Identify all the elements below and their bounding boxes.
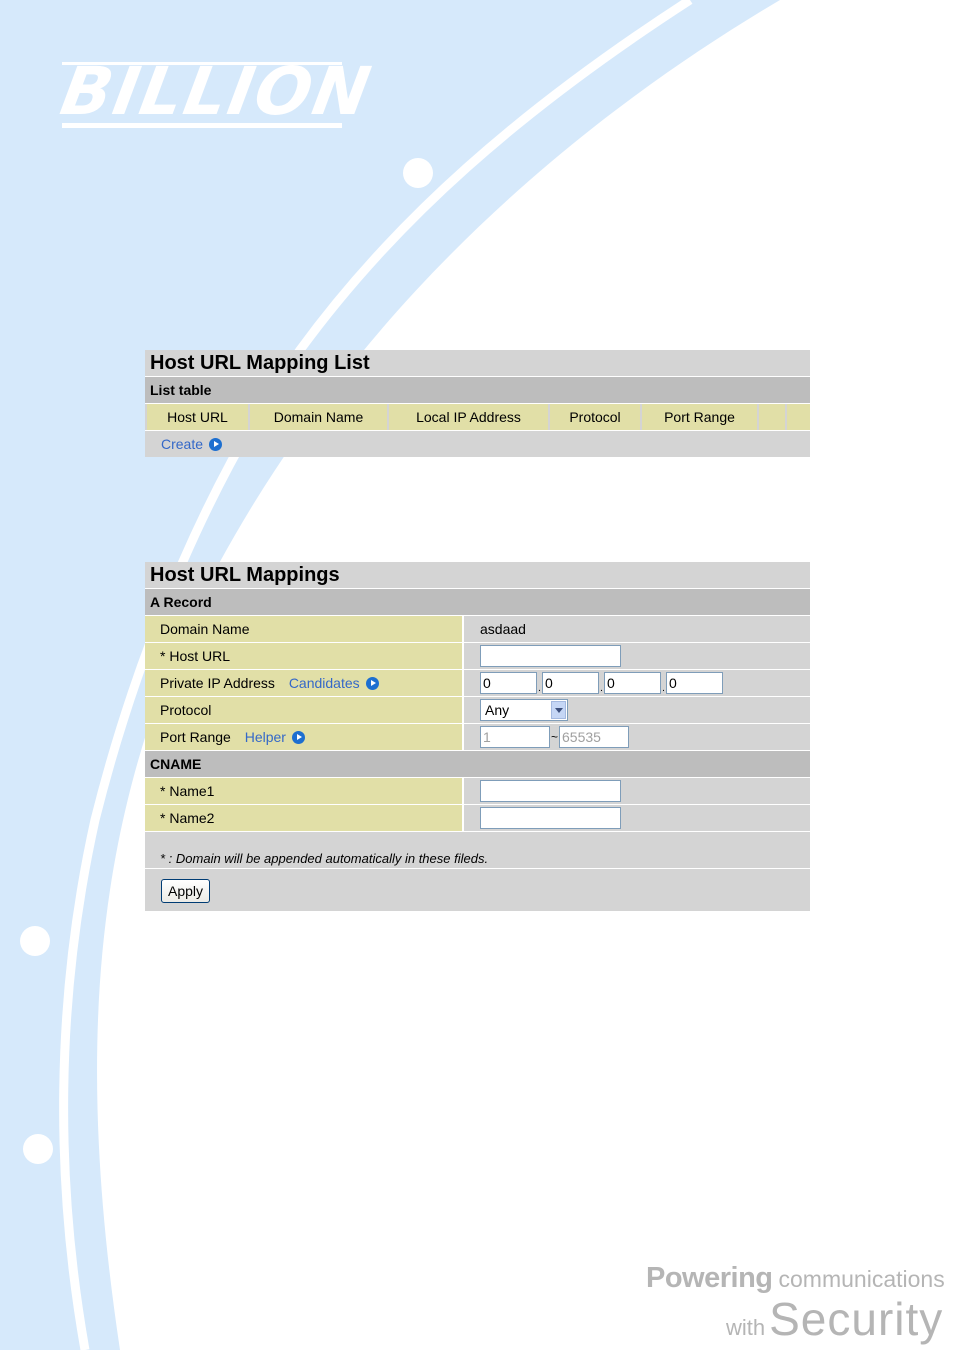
port-start-input[interactable]: 1 (480, 726, 550, 748)
protocol-row: Protocol Any (145, 697, 810, 724)
helper-link-label: Helper (244, 729, 286, 745)
host-url-input[interactable] (480, 645, 621, 667)
name1-label: * Name1 (145, 778, 462, 804)
private-ip-label: Private IP Address (160, 675, 275, 691)
mappings-panel-title: Host URL Mappings (145, 562, 810, 589)
host-url-mappings-panel: Host URL Mappings A Record Domain Name a… (145, 562, 810, 911)
name1-row: * Name1 (145, 778, 810, 805)
column-protocol: Protocol (548, 404, 640, 430)
host-url-row: * Host URL (145, 643, 810, 670)
list-table-header: Host URL Domain Name Local IP Address Pr… (145, 404, 810, 431)
name2-input[interactable] (480, 807, 621, 829)
column-action-2 (785, 404, 810, 430)
column-action-1 (757, 404, 785, 430)
arrow-right-circle-icon (365, 677, 379, 690)
port-end-input[interactable]: 65535 (559, 726, 629, 748)
host-url-mapping-list-panel: Host URL Mapping List List table Host UR… (145, 350, 810, 457)
chevron-down-icon[interactable] (551, 701, 566, 719)
apply-button[interactable]: Apply (161, 879, 211, 903)
list-table-section: List table (145, 377, 810, 404)
domain-note: * : Domain will be appended automaticall… (145, 832, 810, 869)
port-range-label-cell: Port Range Helper (145, 724, 462, 750)
helper-link[interactable]: Helper (245, 729, 305, 745)
name2-row: * Name2 (145, 805, 810, 832)
name1-input[interactable] (480, 780, 621, 802)
column-port-range: Port Range (640, 404, 757, 430)
ip-octet-2-input[interactable]: 0 (542, 672, 599, 694)
candidates-link[interactable]: Candidates (289, 675, 379, 691)
protocol-select[interactable]: Any (480, 699, 568, 721)
port-range-separator: ~ (550, 730, 558, 744)
slogan-with: with (726, 1315, 766, 1340)
slogan: Powering communications withSecurity (646, 1262, 952, 1348)
slogan-security: Security (769, 1293, 944, 1345)
arrow-right-circle-icon (291, 731, 305, 744)
ip-octet-4-input[interactable]: 0 (666, 672, 723, 694)
apply-row: Apply (145, 869, 810, 911)
candidates-link-label: Candidates (288, 675, 360, 691)
column-host-url: Host URL (145, 404, 248, 430)
ip-octet-3-input[interactable]: 0 (604, 672, 661, 694)
name2-label: * Name2 (145, 805, 462, 831)
column-domain-name: Domain Name (248, 404, 387, 430)
port-range-label: Port Range (160, 729, 231, 745)
domain-name-row: Domain Name asdaad (145, 616, 810, 643)
create-row: Create (145, 431, 810, 457)
domain-name-label: Domain Name (145, 616, 462, 642)
protocol-selected-value: Any (485, 702, 510, 718)
billion-logo: BILLION (55, 53, 377, 132)
protocol-label: Protocol (145, 697, 462, 723)
list-panel-title: Host URL Mapping List (145, 350, 810, 377)
create-link-label: Create (161, 436, 204, 452)
logo-text: BILLION (55, 53, 378, 130)
create-link[interactable]: Create (161, 436, 223, 452)
slogan-communications: communications (778, 1266, 945, 1292)
column-local-ip-address: Local IP Address (387, 404, 548, 430)
slogan-powering: Powering (646, 1262, 773, 1294)
domain-name-value: asdaad (480, 621, 526, 637)
private-ip-row: Private IP Address Candidates 0 . 0 . 0 … (145, 670, 810, 697)
a-record-section: A Record (145, 589, 810, 616)
private-ip-label-cell: Private IP Address Candidates (145, 670, 462, 696)
host-url-label: * Host URL (145, 643, 462, 669)
port-range-row: Port Range Helper 1 ~ 65535 (145, 724, 810, 751)
arrow-right-circle-icon (209, 438, 223, 451)
cname-section: CNAME (145, 751, 810, 778)
ip-octet-1-input[interactable]: 0 (480, 672, 537, 694)
logo-underline (62, 123, 342, 128)
